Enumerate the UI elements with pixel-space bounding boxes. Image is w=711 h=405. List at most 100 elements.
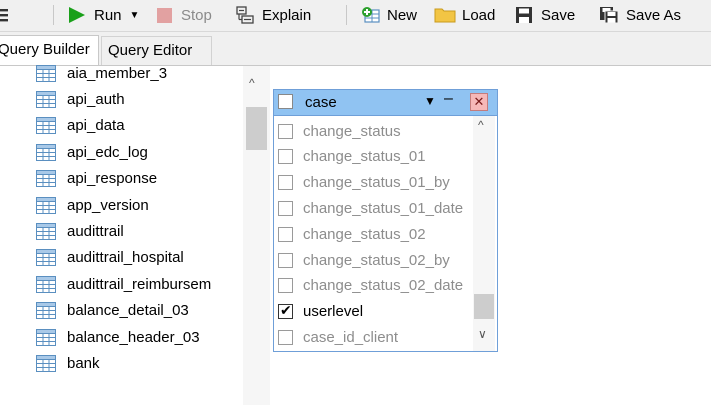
stop-label: Stop — [181, 6, 212, 24]
field-checkbox[interactable] — [278, 329, 293, 345]
table-icon — [36, 196, 56, 214]
scroll-up-icon[interactable]: ^ — [249, 76, 255, 90]
table-list-item[interactable]: app_version — [36, 192, 149, 218]
table-name: api_response — [67, 170, 158, 188]
table-name: app_version — [67, 196, 149, 214]
field-name: change_status — [303, 122, 401, 140]
table-name: balance_header_03 — [67, 328, 200, 346]
load-label: Load — [462, 6, 496, 24]
field-row[interactable]: change_status_01_by — [278, 170, 468, 196]
table-box-case[interactable]: case ▼ – ✕ change_status change_status_01… — [273, 89, 498, 352]
scrollbar-thumb[interactable] — [246, 107, 267, 150]
field-checkbox[interactable] — [278, 200, 293, 216]
tab-label: Query Builder — [0, 41, 90, 58]
explain-icon — [236, 6, 254, 24]
field-checkbox[interactable]: ✔ — [278, 302, 293, 320]
query-builder-canvas[interactable]: aia_member_3 api_auth api_data api_edc_loga… — [0, 64, 711, 405]
minimize-icon[interactable]: – — [444, 90, 453, 108]
table-list-item[interactable]: audittrail_hospital — [36, 245, 184, 271]
field-row[interactable]: change_status_02_date — [278, 273, 468, 299]
scroll-up-icon[interactable]: ^ — [478, 118, 484, 132]
save-icon — [516, 7, 532, 23]
save-as-label: Save As — [626, 6, 682, 24]
load-button[interactable]: Load — [434, 3, 495, 27]
table-icon — [36, 249, 56, 267]
save-button[interactable]: Save — [515, 3, 575, 27]
field-name: change_status_02_date — [303, 277, 464, 295]
table-name: audittrail_reimbursem — [67, 275, 212, 293]
table-list-item[interactable]: api_response — [36, 166, 157, 192]
field-checkbox[interactable] — [278, 175, 293, 191]
field-checkbox[interactable] — [278, 123, 293, 139]
scrollbar-thumb[interactable] — [474, 294, 494, 319]
table-icon — [36, 143, 56, 161]
field-row[interactable]: change_status_02 — [278, 221, 468, 247]
field-row[interactable]: change_status_01 — [278, 144, 468, 170]
field-row[interactable]: change_status_01_date — [278, 195, 468, 221]
run-button[interactable]: Run ▼ — [68, 3, 139, 27]
field-row[interactable]: ✔ userlevel — [278, 299, 468, 325]
save-label: Save — [541, 6, 576, 24]
field-name: userlevel — [303, 303, 364, 321]
table-icon — [36, 302, 56, 320]
table-name: balance_detail_03 — [67, 302, 189, 320]
table-icon — [36, 328, 56, 346]
field-name: change_status_01_date — [303, 199, 464, 217]
table-list-item[interactable]: audittrail — [36, 218, 124, 244]
stop-button[interactable]: Stop — [157, 3, 212, 27]
close-icon[interactable]: ✕ — [470, 93, 488, 111]
run-dropdown-icon[interactable]: ▼ — [130, 10, 140, 21]
new-table-icon — [362, 7, 380, 23]
field-name: change_status_02 — [303, 225, 426, 243]
field-row[interactable]: case_id_client — [278, 324, 468, 350]
table-name: api_auth — [67, 90, 125, 108]
play-icon — [69, 7, 85, 23]
run-label: Run — [94, 6, 122, 24]
table-list-item[interactable]: balance_detail_03 — [36, 298, 189, 324]
menu-icon[interactable] — [0, 3, 10, 27]
dropdown-arrow-icon[interactable]: ▼ — [424, 94, 436, 108]
table-box-title: case — [305, 94, 337, 111]
table-name: api_data — [67, 117, 125, 135]
table-icon — [36, 275, 56, 293]
tab-label: Query Editor — [108, 42, 193, 59]
table-list-scrollbar[interactable]: ^ — [243, 66, 270, 405]
stop-icon — [157, 7, 172, 23]
field-checkbox[interactable] — [278, 226, 293, 242]
field-checkbox[interactable] — [278, 252, 293, 268]
table-list-item[interactable]: api_auth — [36, 86, 125, 112]
table-list-item[interactable]: bank — [36, 350, 100, 376]
table-name: audittrail — [67, 222, 124, 240]
explain-button[interactable]: Explain — [236, 3, 311, 27]
scroll-down-icon[interactable]: ∨ — [478, 327, 487, 341]
field-name: case_id_client — [303, 328, 399, 346]
field-checkbox[interactable] — [278, 278, 293, 294]
new-label: New — [387, 6, 418, 24]
table-list-item[interactable]: api_data — [36, 113, 125, 139]
table-icon — [36, 354, 56, 372]
save-as-icon — [600, 7, 619, 24]
toolbar: Run ▼ Stop Explain New Load Save Save As — [0, 0, 711, 32]
table-list-item[interactable]: api_edc_log — [36, 139, 148, 165]
table-icon — [36, 117, 56, 135]
table-icon — [36, 222, 56, 240]
field-name: change_status_02_by — [303, 251, 450, 269]
table-icon — [36, 64, 56, 82]
table-list-item[interactable]: balance_header_03 — [36, 324, 200, 350]
field-name: change_status_01_by — [303, 174, 450, 192]
table-name: aia_member_3 — [67, 64, 168, 82]
folder-icon — [434, 8, 456, 23]
field-row[interactable]: change_status — [278, 118, 468, 144]
table-list-item[interactable]: aia_member_3 — [36, 60, 167, 86]
field-list-scrollbar[interactable]: ^ ∨ — [473, 116, 495, 351]
table-box-header[interactable]: case ▼ – ✕ — [274, 90, 497, 116]
save-as-button[interactable]: Save As — [599, 3, 681, 27]
table-list-item[interactable]: audittrail_reimbursem — [36, 271, 211, 297]
table-name: bank — [67, 354, 100, 372]
field-row[interactable]: change_status_02_by — [278, 247, 468, 273]
field-checkbox[interactable] — [278, 149, 293, 165]
table-name: audittrail_hospital — [67, 249, 184, 267]
select-all-checkbox[interactable] — [278, 94, 293, 109]
new-button[interactable]: New — [361, 3, 417, 27]
table-list: aia_member_3 api_auth api_data api_edc_loga… — [0, 64, 270, 405]
